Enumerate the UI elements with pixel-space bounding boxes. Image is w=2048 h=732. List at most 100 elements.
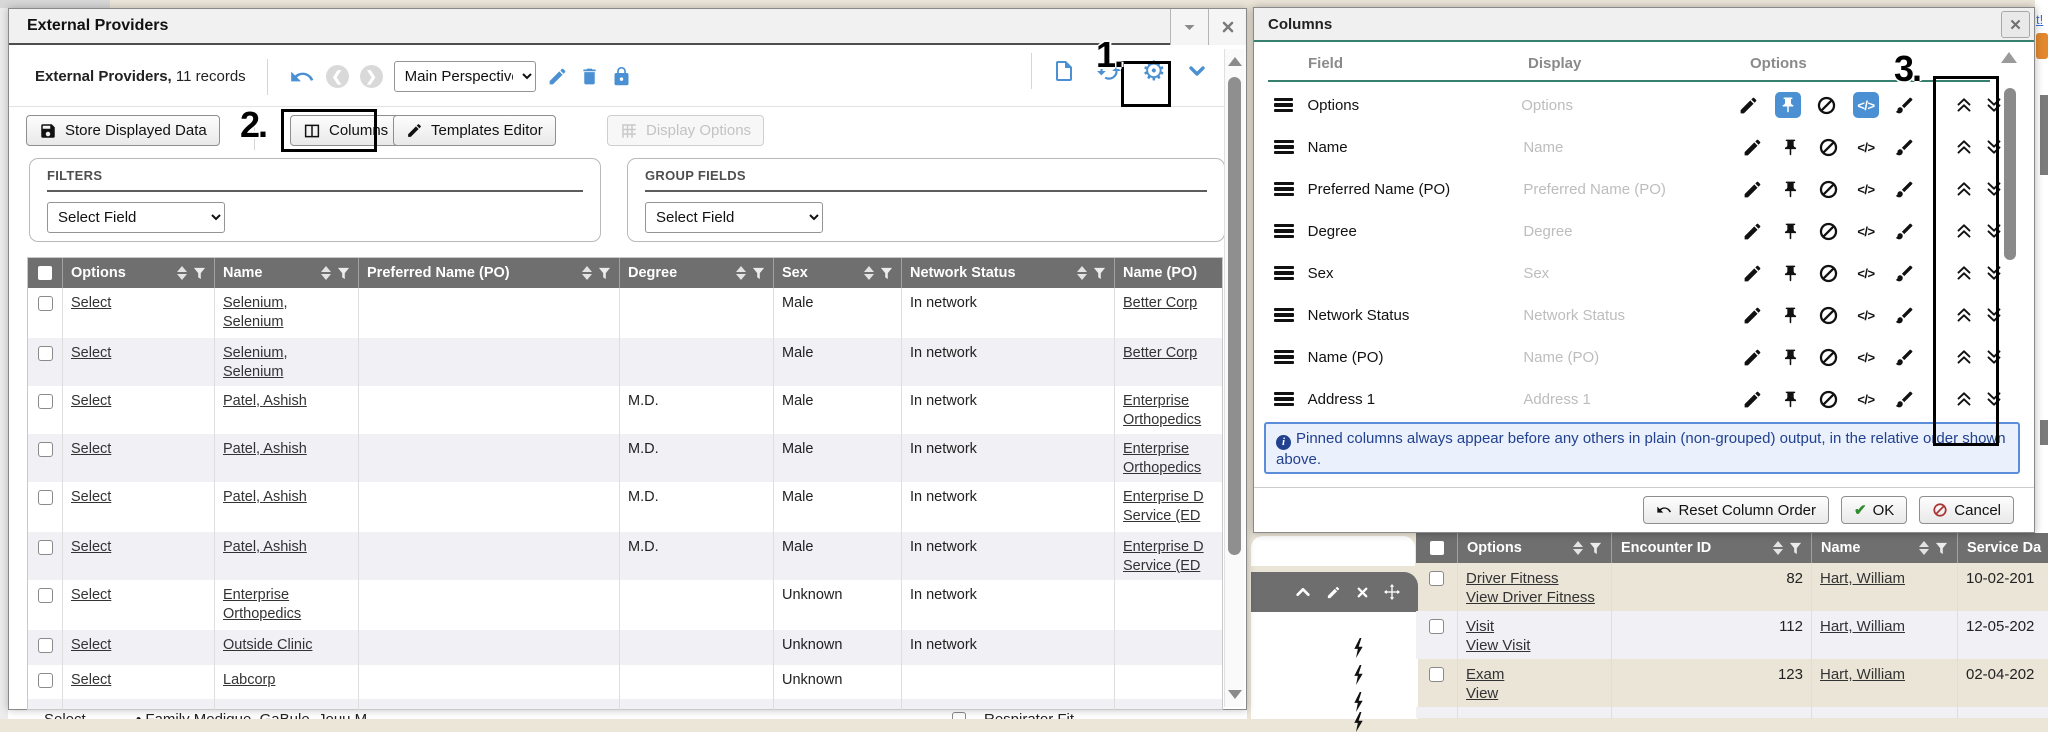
move-column-down-button[interactable] bbox=[1983, 389, 2004, 410]
hide-column-button[interactable] bbox=[1817, 344, 1839, 370]
drag-handle-icon[interactable] bbox=[1274, 350, 1294, 365]
select-link[interactable]: Select bbox=[71, 489, 111, 505]
name-po-link[interactable]: Better Corp bbox=[1123, 295, 1197, 311]
code-column-button[interactable]: </> bbox=[1855, 218, 1877, 244]
perspective-select[interactable]: Main Perspective bbox=[394, 61, 536, 92]
columns-panel-close-button[interactable]: ✕ bbox=[2001, 11, 2030, 38]
view-link[interactable]: View bbox=[1466, 685, 1498, 702]
filters-field-select[interactable]: Select Field bbox=[47, 202, 225, 233]
style-column-button[interactable] bbox=[1893, 92, 1915, 118]
row-checkbox[interactable] bbox=[38, 588, 53, 603]
drag-handle-icon[interactable] bbox=[1274, 392, 1294, 407]
pencil-icon[interactable] bbox=[1326, 585, 1341, 600]
edit-column-button[interactable] bbox=[1741, 302, 1763, 328]
name-po-link[interactable]: Better Corp bbox=[1123, 345, 1197, 361]
settings-gear-button[interactable]: ⚙ bbox=[1142, 58, 1166, 85]
style-column-button[interactable] bbox=[1893, 176, 1915, 202]
column-header-sex[interactable]: Sex bbox=[774, 258, 902, 288]
code-column-button[interactable]: </> bbox=[1855, 302, 1877, 328]
scroll-up-arrow[interactable] bbox=[1228, 57, 1242, 66]
code-column-button[interactable]: </> bbox=[1855, 386, 1877, 412]
pin-column-button[interactable] bbox=[1779, 260, 1801, 286]
select-link[interactable]: Select bbox=[71, 587, 111, 603]
name-po-link[interactable]: Enterprise Orthopedics bbox=[1123, 441, 1201, 476]
move-column-down-button[interactable] bbox=[1983, 305, 2004, 326]
move-column-up-button[interactable] bbox=[1953, 137, 1974, 158]
edit-column-button[interactable] bbox=[1741, 386, 1763, 412]
move-column-up-button[interactable] bbox=[1953, 305, 1974, 326]
pin-column-button[interactable] bbox=[1779, 134, 1801, 160]
select-link[interactable]: Select bbox=[71, 539, 111, 555]
store-displayed-data-button[interactable]: Store Displayed Data bbox=[26, 115, 220, 146]
encounter-type-link[interactable]: Exam bbox=[1466, 666, 1504, 683]
scroll-down-arrow[interactable] bbox=[1228, 690, 1242, 699]
name-po-link[interactable]: Enterprise D Service (ED bbox=[1123, 489, 1204, 524]
move-column-up-button[interactable] bbox=[1953, 179, 1974, 200]
next-perspective-button[interactable]: ❯ bbox=[360, 65, 383, 88]
code-column-button[interactable]: </> bbox=[1855, 260, 1877, 286]
move-column-down-button[interactable] bbox=[1983, 347, 2004, 368]
move-column-down-button[interactable] bbox=[1983, 137, 2004, 158]
encounter-type-link[interactable]: Visit bbox=[1466, 618, 1494, 635]
new-document-button[interactable] bbox=[1052, 59, 1076, 83]
hide-column-button[interactable] bbox=[1817, 176, 1839, 202]
select-all-checkbox[interactable] bbox=[1416, 533, 1458, 563]
style-column-button[interactable] bbox=[1893, 386, 1915, 412]
templates-editor-button[interactable]: Templates Editor bbox=[393, 115, 556, 146]
select-link[interactable]: Select bbox=[71, 393, 111, 409]
cancel-button[interactable]: Cancel bbox=[1919, 496, 2014, 524]
panel-scrollbar-thumb[interactable] bbox=[2004, 88, 2016, 260]
provider-name-link[interactable]: Patel, Ashish bbox=[223, 539, 307, 555]
row-checkbox[interactable] bbox=[38, 540, 53, 555]
move-column-up-button[interactable] bbox=[1953, 221, 1974, 242]
row-checkbox[interactable] bbox=[1429, 619, 1444, 634]
select-all-checkbox[interactable] bbox=[28, 258, 63, 288]
scrollbar-thumb[interactable] bbox=[1228, 77, 1241, 555]
edit-perspective-button[interactable] bbox=[547, 66, 568, 87]
drag-handle-icon[interactable] bbox=[1274, 140, 1294, 155]
edit-column-button[interactable] bbox=[1741, 176, 1763, 202]
code-column-button[interactable]: </> bbox=[1853, 92, 1879, 118]
drag-handle-icon[interactable] bbox=[1274, 308, 1294, 323]
column-header-name[interactable]: Name bbox=[1812, 533, 1958, 563]
select-link[interactable]: Select bbox=[71, 345, 111, 361]
style-column-button[interactable] bbox=[1893, 344, 1915, 370]
ok-button[interactable]: ✔ OK bbox=[1841, 496, 1907, 524]
column-header-preferred-name[interactable]: Preferred Name (PO) bbox=[359, 258, 620, 288]
provider-name-link[interactable]: Patel, Ashish bbox=[223, 489, 307, 505]
pin-column-button[interactable] bbox=[1775, 92, 1801, 118]
edit-column-button[interactable] bbox=[1741, 218, 1763, 244]
edit-column-button[interactable] bbox=[1737, 92, 1759, 118]
provider-name-link[interactable]: Selenium, Selenium bbox=[223, 345, 287, 380]
refresh-button[interactable] bbox=[1096, 58, 1122, 84]
patient-name-link[interactable]: Hart, William bbox=[1820, 570, 1905, 587]
select-link[interactable]: Select bbox=[71, 441, 111, 457]
provider-name-link[interactable]: Outside Clinic bbox=[223, 637, 312, 653]
drag-handle-icon[interactable] bbox=[1274, 182, 1294, 197]
provider-name-link[interactable]: Labcorp bbox=[223, 672, 275, 688]
column-header-options[interactable]: Options bbox=[1458, 533, 1612, 563]
row-checkbox[interactable] bbox=[38, 490, 53, 505]
delete-perspective-button[interactable] bbox=[579, 66, 600, 87]
column-header-options[interactable]: Options bbox=[63, 258, 215, 288]
column-header-network-status[interactable]: Network Status bbox=[902, 258, 1115, 288]
code-column-button[interactable]: </> bbox=[1855, 134, 1877, 160]
row-checkbox[interactable] bbox=[38, 346, 53, 361]
view-link[interactable]: View Driver Fitness bbox=[1466, 589, 1595, 606]
row-checkbox[interactable] bbox=[38, 394, 53, 409]
panel-scroll-up-arrow[interactable] bbox=[2001, 52, 2017, 63]
move-icon[interactable] bbox=[1384, 584, 1400, 600]
provider-name-link[interactable]: Enterprise Orthopedics bbox=[223, 587, 301, 622]
move-column-down-button[interactable] bbox=[1983, 221, 2004, 242]
drag-handle-icon[interactable] bbox=[1274, 266, 1294, 281]
pin-column-button[interactable] bbox=[1779, 176, 1801, 202]
pin-column-button[interactable] bbox=[1779, 302, 1801, 328]
provider-name-link[interactable]: Patel, Ashish bbox=[223, 441, 307, 457]
select-link[interactable]: Select bbox=[71, 295, 111, 311]
move-column-down-button[interactable] bbox=[1983, 179, 2004, 200]
column-header-degree[interactable]: Degree bbox=[620, 258, 774, 288]
row-checkbox[interactable] bbox=[1429, 667, 1444, 682]
name-po-link[interactable]: Enterprise Orthopedics bbox=[1123, 393, 1201, 428]
move-column-up-button[interactable] bbox=[1953, 389, 1974, 410]
reset-column-order-button[interactable]: Reset Column Order bbox=[1643, 496, 1829, 524]
